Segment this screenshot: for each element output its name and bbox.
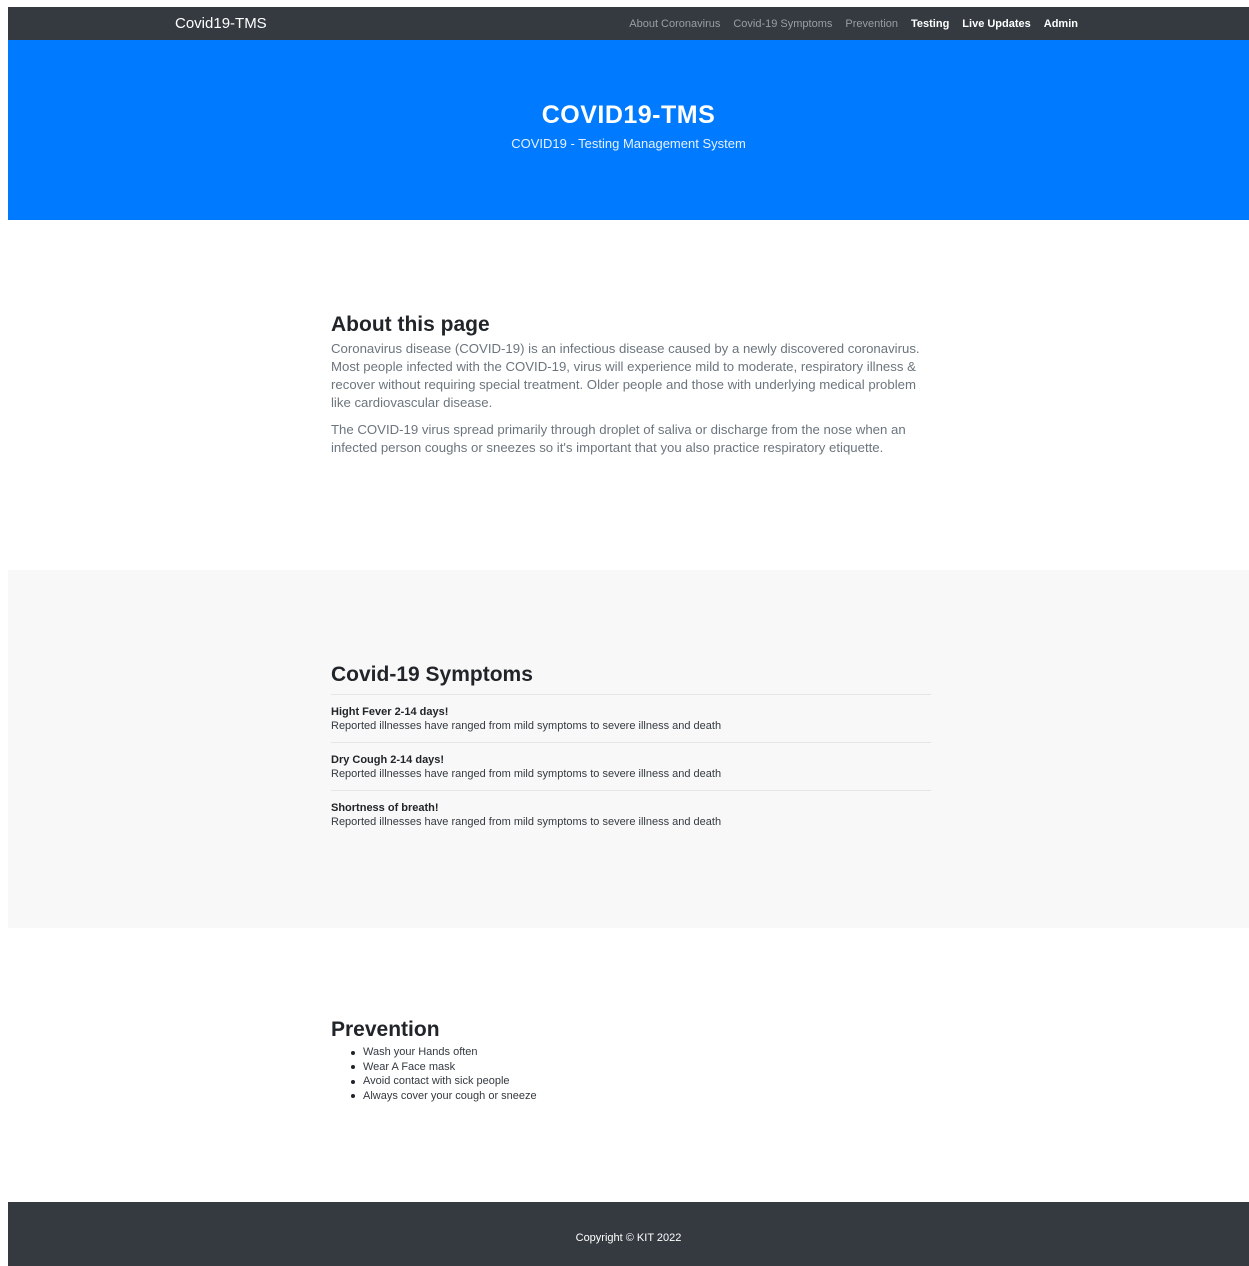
symptom-item: Shortness of breath! Reported illnesses … bbox=[331, 791, 931, 838]
symptom-title: Shortness of breath! bbox=[331, 802, 439, 814]
symptoms-list: Hight Fever 2-14 days! Reported illnesse… bbox=[331, 694, 931, 838]
hero-banner: COVID19-TMS COVID19 - Testing Management… bbox=[8, 40, 1249, 220]
nav-link-about-coronavirus[interactable]: About Coronavirus bbox=[629, 17, 720, 31]
page: Covid19-TMS About Coronavirus Covid-19 S… bbox=[0, 0, 1249, 1266]
hero-title: COVID19-TMS bbox=[541, 101, 716, 129]
nav-link-testing[interactable]: Testing bbox=[911, 17, 949, 31]
prevention-item: Avoid contact with sick people bbox=[351, 1074, 931, 1089]
nav-link-live-updates[interactable]: Live Updates bbox=[962, 17, 1030, 31]
footer: Copyright © KIT 2022 bbox=[8, 1202, 1249, 1266]
browser-viewport: Covid19-TMS About Coronavirus Covid-19 S… bbox=[8, 7, 1249, 1266]
nav-link-prevention[interactable]: Prevention bbox=[845, 17, 898, 31]
prevention-item: Wear A Face mask bbox=[351, 1060, 931, 1075]
prevention-item: Always cover your cough or sneeze bbox=[351, 1089, 931, 1104]
symptom-item: Dry Cough 2-14 days! Reported illnesses … bbox=[331, 743, 931, 791]
symptom-description: Reported illnesses have ranged from mild… bbox=[331, 768, 722, 780]
copyright-text: Copyright © KIT 2022 bbox=[575, 1232, 682, 1244]
symptoms-container: Covid-19 Symptoms Hight Fever 2-14 days!… bbox=[331, 662, 931, 838]
nav-links: About Coronavirus Covid-19 Symptoms Prev… bbox=[629, 17, 1078, 31]
about-heading: About this page bbox=[331, 313, 490, 336]
prevention-item: Wash your Hands often bbox=[351, 1045, 931, 1060]
navbar: Covid19-TMS About Coronavirus Covid-19 S… bbox=[8, 7, 1249, 40]
symptom-description: Reported illnesses have ranged from mild… bbox=[331, 816, 722, 828]
nav-link-covid-symptoms[interactable]: Covid-19 Symptoms bbox=[733, 17, 832, 31]
symptoms-heading: Covid-19 Symptoms bbox=[331, 663, 533, 686]
hero-subtitle: COVID19 - Testing Management System bbox=[511, 136, 746, 151]
symptom-description: Reported illnesses have ranged from mild… bbox=[331, 720, 722, 732]
about-paragraph: Coronavirus disease (COVID-19) is an inf… bbox=[331, 341, 920, 410]
navbar-brand[interactable]: Covid19-TMS bbox=[175, 15, 267, 33]
about-section: About this page Coronavirus disease (COV… bbox=[8, 220, 1249, 570]
nav-link-admin[interactable]: Admin bbox=[1044, 17, 1078, 31]
about-container: About this page Coronavirus disease (COV… bbox=[331, 312, 931, 466]
symptom-title: Hight Fever 2-14 days! bbox=[331, 706, 449, 718]
symptom-item: Hight Fever 2-14 days! Reported illnesse… bbox=[331, 695, 931, 743]
symptoms-section: Covid-19 Symptoms Hight Fever 2-14 days!… bbox=[8, 570, 1249, 928]
symptom-title: Dry Cough 2-14 days! bbox=[331, 754, 445, 766]
prevention-container: Prevention Wash your Hands often Wear A … bbox=[331, 1017, 931, 1103]
about-paragraph: The COVID-19 virus spread primarily thro… bbox=[331, 422, 906, 455]
prevention-list: Wash your Hands often Wear A Face mask A… bbox=[351, 1045, 931, 1103]
prevention-heading: Prevention bbox=[331, 1018, 440, 1041]
prevention-section: Prevention Wash your Hands often Wear A … bbox=[8, 928, 1249, 1202]
